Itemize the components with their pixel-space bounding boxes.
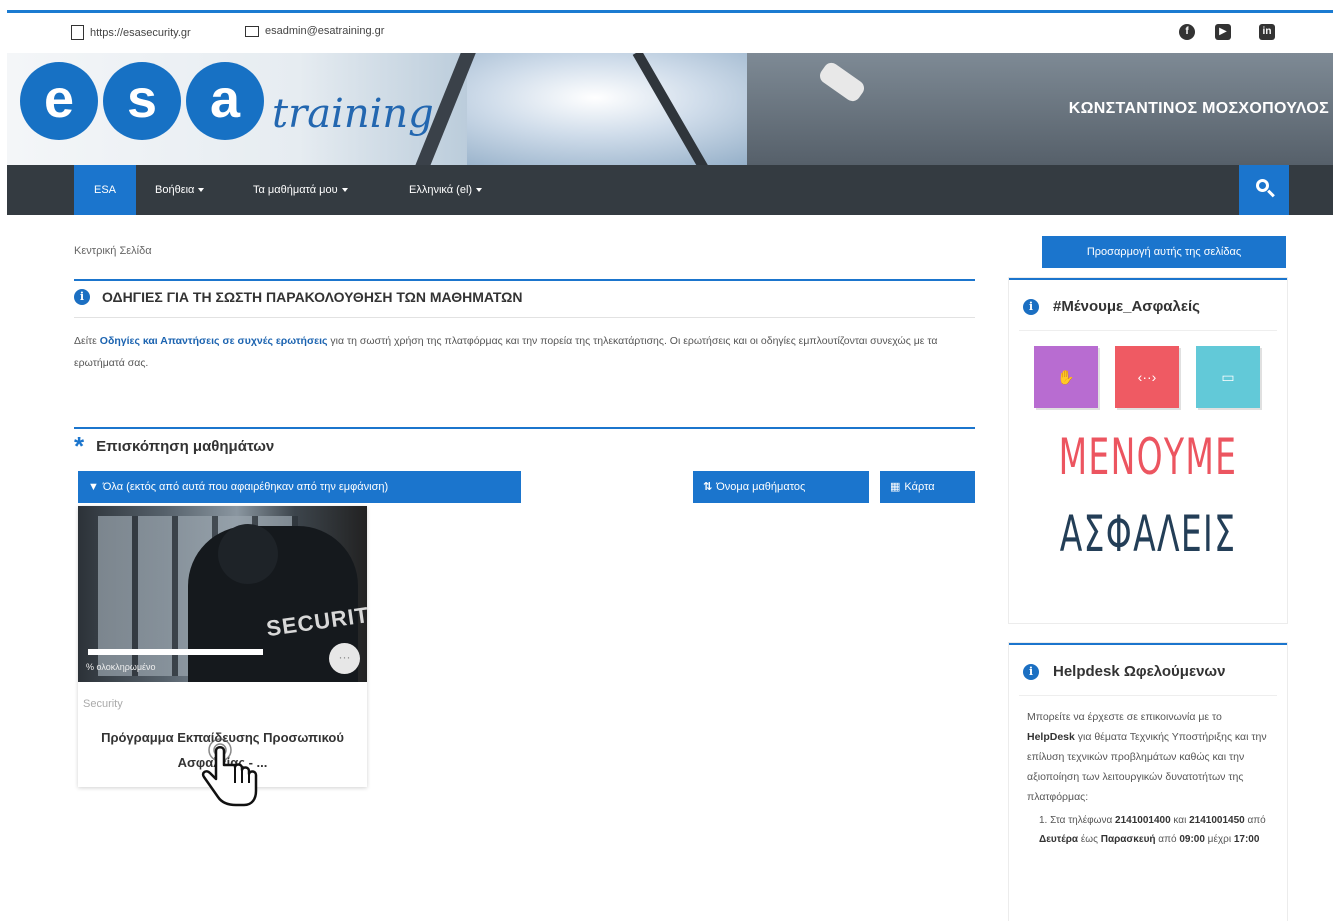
list-item: 1. Στα τηλέφωνα 2141001400 και 214100145… xyxy=(1039,811,1267,849)
nav-item-label: Βοήθεια xyxy=(155,184,195,196)
course-overview-section: * Επισκόπηση μαθημάτων xyxy=(74,427,975,467)
mail-icon xyxy=(245,25,259,37)
instructions-text: Δείτε Οδηγίες και Απαντήσεις σε συχνές ε… xyxy=(74,330,979,374)
distance-icon: ‹··› xyxy=(1115,346,1179,408)
helpdesk-contact-list: 1. Στα τηλέφωνα 2141001400 και 214100145… xyxy=(1039,811,1267,849)
sort-label: Όνομα μαθήματος xyxy=(716,481,806,493)
logo-letter: s xyxy=(103,62,181,140)
email-text: esadmin@esatraining.gr xyxy=(265,25,385,37)
info-icon: i xyxy=(1023,663,1039,680)
hand-wash-icon: ✋ xyxy=(1034,346,1098,408)
item-prefix: 1. Στα τηλέφωνα xyxy=(1039,815,1116,826)
course-image[interactable]: SECURITY % ολοκληρωμένο ··· xyxy=(78,506,367,682)
nav-item-label: Ελληνικά (el) xyxy=(409,184,473,196)
youtube-icon[interactable]: ▶ xyxy=(1215,24,1231,40)
nav-item-label: Τα μαθήματά μου xyxy=(253,184,338,196)
caret-down-icon xyxy=(198,188,205,193)
search-button[interactable] xyxy=(1239,165,1289,215)
course-overview-header: * Επισκόπηση μαθημάτων xyxy=(74,431,275,461)
filter-courses-button[interactable]: ▼ Όλα (εκτός από αυτά που αφαιρέθηκαν από… xyxy=(78,471,521,503)
faq-link[interactable]: Οδηγίες και Απαντήσεις σε συχνές ερωτήσε… xyxy=(100,335,328,347)
main-navbar: ESA Βοήθεια Τα μαθήματά μου Ελληνικά (el… xyxy=(7,165,1333,215)
nav-item-label: ESA xyxy=(94,184,117,196)
course-category: Security xyxy=(83,698,123,710)
divider xyxy=(1019,695,1277,696)
logo-letter: a xyxy=(186,62,264,140)
stay-safe-block: i #Μένουμε_Ασφαλείς ✋ ‹··› ▭ ΜΕΝΟΥΜΕ ΑΣΦ… xyxy=(1009,278,1287,623)
instructions-header: i ΟΔΗΓΙΕΣ ΓΙΑ ΤΗ ΣΩΣΤΗ ΠΑΡΑΚΟΛΟΥΘΗΣΗ ΤΩΝ… xyxy=(74,289,523,305)
intro-text-before: Δείτε xyxy=(74,335,100,347)
breadcrumb[interactable]: Κεντρική Σελίδα xyxy=(74,245,152,257)
logo-word: training xyxy=(272,91,434,137)
filter-label: Όλα (εκτός από αυτά που αφαιρέθηκαν από … xyxy=(102,481,389,493)
filter-icon: ▼ xyxy=(88,481,99,493)
nav-item-language[interactable]: Ελληνικά (el) xyxy=(409,165,483,215)
helpdesk-text: Μπορείτε να έρχεστε σε επικοινωνία με το… xyxy=(1027,707,1267,849)
poster-line-1: ΜΕΝΟΥΜΕ xyxy=(1058,428,1238,486)
divider xyxy=(1019,330,1277,331)
helpdesk-header: i Helpdesk Ωφελούμενων xyxy=(1023,663,1225,680)
sort-icon: ⇅ xyxy=(703,481,713,493)
time-from: 09:00 xyxy=(1179,834,1205,845)
info-icon: i xyxy=(74,289,90,305)
item-from: από xyxy=(1244,815,1266,826)
day-to: Παρασκευή xyxy=(1100,834,1156,845)
asterisk-icon: * xyxy=(74,431,85,461)
banner-sky xyxy=(467,53,787,165)
user-name[interactable]: ΚΩΝΣΤΑΝΤΙΝΟΣ ΜΟΣΧΟΠΟΥΛΟΣ xyxy=(1069,100,1329,118)
item-and: και xyxy=(1170,815,1190,826)
course-actions-button[interactable]: ··· xyxy=(329,643,360,674)
day-from: Δευτέρα xyxy=(1039,834,1079,845)
website-link[interactable]: https://esasecurity.gr xyxy=(71,25,191,40)
sort-courses-button[interactable]: ⇅ Όνομα μαθήματος xyxy=(693,471,869,503)
search-icon-handle xyxy=(1267,189,1275,198)
course-progress-label: % ολοκληρωμένο xyxy=(86,662,156,672)
linkedin-icon[interactable]: in xyxy=(1259,24,1275,40)
caret-down-icon xyxy=(341,188,348,193)
course-overview-title: Επισκόπηση μαθημάτων xyxy=(96,437,275,455)
helpdesk-name: HelpDesk xyxy=(1027,731,1075,743)
time-to: 17:00 xyxy=(1233,834,1260,845)
nav-item-help[interactable]: Βοήθεια xyxy=(155,165,205,215)
stay-safe-title: #Μένουμε_Ασφαλείς xyxy=(1053,298,1200,315)
mask-icon: ▭ xyxy=(1196,346,1260,408)
header-banner: e s a training ΚΩΝΣΤΑΝΤΙΝΟΣ ΜΟΣΧΟΠΟΥΛΟΣ xyxy=(7,53,1333,165)
grid-icon: ▦ xyxy=(890,481,901,493)
view-mode-button[interactable]: ▦ Κάρτα xyxy=(880,471,975,503)
email-link[interactable]: esadmin@esatraining.gr xyxy=(245,25,384,37)
helpdesk-text-1: Μπορείτε να έρχεστε σε επικοινωνία με το xyxy=(1027,711,1222,723)
course-progress-bar xyxy=(88,649,263,655)
item-from-time: από xyxy=(1155,834,1180,845)
top-bar: https://esasecurity.gr esadmin@esatraini… xyxy=(7,13,1333,53)
website-text: https://esasecurity.gr xyxy=(90,26,191,39)
customize-page-button[interactable]: Προσαρμογή αυτής της σελίδας xyxy=(1042,236,1286,268)
helpdesk-title: Helpdesk Ωφελούμενων xyxy=(1053,663,1226,680)
nav-item-esa[interactable]: ESA xyxy=(74,165,137,215)
facebook-icon[interactable]: f xyxy=(1179,24,1195,40)
divider xyxy=(74,317,975,318)
helpdesk-block: i Helpdesk Ωφελούμενων Μπορείτε να έρχεσ… xyxy=(1009,643,1287,921)
phone-number[interactable]: 2141001400 xyxy=(1115,815,1171,826)
nav-item-my-courses[interactable]: Τα μαθήματά μου xyxy=(253,165,348,215)
logo-letter: e xyxy=(20,62,98,140)
instructions-section: i ΟΔΗΓΙΕΣ ΓΙΑ ΤΗ ΣΩΣΤΗ ΠΑΡΑΚΟΛΟΥΘΗΣΗ ΤΩΝ… xyxy=(74,279,975,319)
phone-number[interactable]: 2141001450 xyxy=(1189,815,1245,826)
stay-safe-header: i #Μένουμε_Ασφαλείς xyxy=(1023,298,1200,315)
item-until-time: μέχρι xyxy=(1204,834,1234,845)
info-icon: i xyxy=(1023,298,1039,315)
view-label: Κάρτα xyxy=(904,481,935,493)
image-guard-head xyxy=(218,524,278,584)
bookmark-icon xyxy=(71,25,84,40)
poster-line-2: ΑΣΦΑΛΕΙΣ xyxy=(1059,505,1237,563)
caret-down-icon xyxy=(476,188,483,193)
instructions-title: ΟΔΗΓΙΕΣ ΓΙΑ ΤΗ ΣΩΣΤΗ ΠΑΡΑΚΟΛΟΥΘΗΣΗ ΤΩΝ Μ… xyxy=(102,289,523,305)
hand-pointer-icon xyxy=(201,738,258,807)
item-until: έως xyxy=(1078,834,1101,845)
